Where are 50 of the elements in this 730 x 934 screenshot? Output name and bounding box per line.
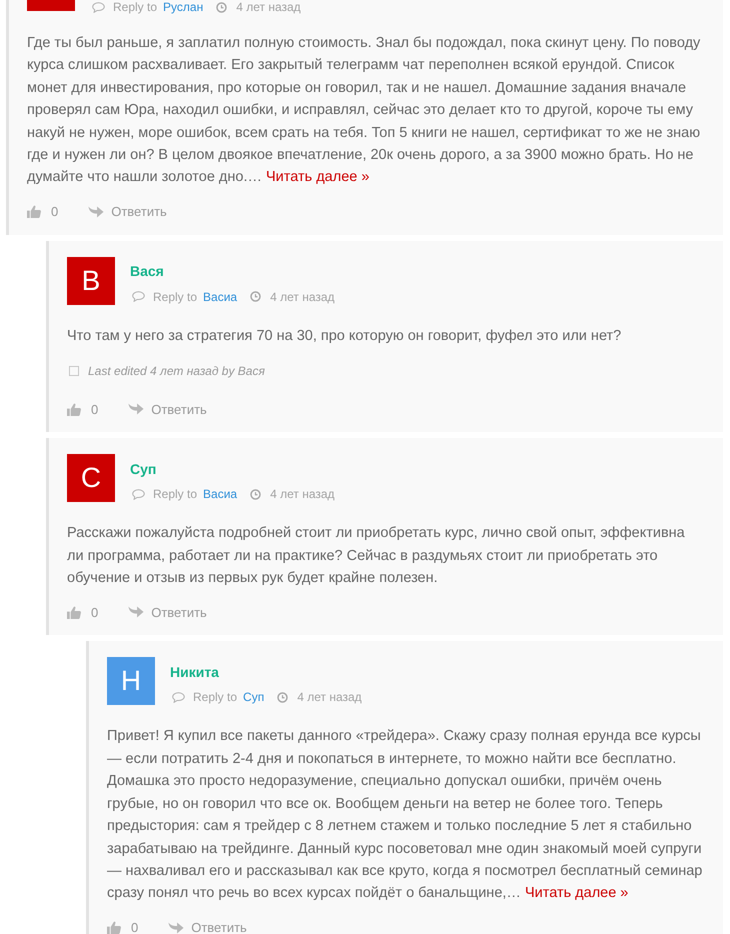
like-count: 0 [131, 918, 138, 934]
comment-text: Где ты был раньше, я заплатил полную стоимость. Знал бы подождал, пока скинут цену. По поводу курса слишком расхваливает. Его закрытый телеграмм чат переполнен всякой ерундой. Список монет для инвестирования, про которые он говорил, так и не нашел. Домашние задания вначале проверял сам Юра, находил ошибки, и исправлял, сейчас это делает кто то другой, короче ты ему накуй не нужен, море ошибок, всем срать на тебя. Топ 5 книги не нашел, сертификат то же не знаю где и нужен ли он? В целом двоякое впечатление, 20к очень дорого, а за 3900 можно брать. Но не думайте что нашли золотое дно.… Читать далее » [27, 34, 702, 188]
author-name: Суп [130, 460, 156, 479]
edited-note: Last edited 4 лет назад by Вася [88, 363, 265, 380]
read-more-link[interactable]: Читать далее » [266, 169, 370, 186]
reply-arrow-icon [128, 606, 144, 618]
reply-to-link[interactable]: Васиа [203, 485, 238, 504]
comment-text: Что там у него за стратегия 70 на 30, про которую он говорит, фуфел это или нет? [67, 326, 622, 346]
reply-button[interactable]: Ответить [128, 602, 207, 622]
reply-to-link[interactable]: Васиа [203, 288, 238, 306]
avatar: Н [107, 657, 155, 706]
reply-button[interactable]: Ответить [168, 918, 247, 934]
thumbs-up-icon[interactable] [67, 606, 81, 619]
reply-to-link[interactable]: Суп [243, 688, 264, 706]
reply-button[interactable]: Ответить [128, 400, 207, 419]
clock-icon [250, 291, 262, 302]
reply-arrow-icon [128, 403, 144, 416]
reply-arrow-icon [88, 206, 104, 218]
comment-text: Привет! Я купил все пакеты данного «трейдера». Скажу сразу полная ерунда все курсы — если потратить 2-4 дня и покопаться в интернете, то можно найти все бесплатно. Домашка это просто недоразумение, специально допускал ошибки, причём очень грубые, но он говорил что все ок. Вообщем деньги на ветер не более того. Теперь предыстория: сам я трейдер с 8 летнем стажем и только последние 5 лет я стабильно зарабатываю на трейдинге. Данный курс посоветовал мне один знакомый моей супруги — нахваливал его и рассказывал как все круто, когда я посмотрел бесплатный семинар сразу понял что речь во всех курсах пойдёт о банальщине,… Читать далее » [107, 727, 704, 904]
like-count: 0 [91, 604, 98, 622]
reply-to-label: Reply to [113, 0, 158, 16]
author-name: Никита [170, 662, 219, 682]
thumbs-up-icon[interactable] [67, 402, 81, 416]
comment-icon [172, 692, 185, 703]
square-icon [69, 366, 79, 376]
clock-icon [250, 488, 262, 500]
comment-icon [132, 291, 145, 302]
comment-time: 4 лет назад [270, 486, 335, 504]
comment-icon [132, 488, 145, 500]
reply-button[interactable]: Ответить [88, 202, 167, 222]
comment-time: 4 лет назад [270, 288, 335, 306]
reply-to-label: Reply to [193, 689, 238, 706]
thumbs-up-icon[interactable] [107, 921, 121, 934]
read-more-link[interactable]: Читать далее » [524, 885, 628, 902]
comment-time: 4 лет назад [297, 689, 362, 706]
reply-to-link[interactable]: Руслан [163, 0, 204, 16]
comment-icon [92, 2, 105, 12]
avatar: В [67, 256, 115, 305]
reply-to-label: Reply to [153, 486, 198, 504]
reply-arrow-icon [168, 922, 184, 934]
avatar: С [67, 454, 115, 502]
clock-icon [277, 692, 288, 703]
author-name: Вася [130, 262, 164, 282]
reply-to-label: Reply to [153, 288, 198, 306]
comment-text: Расскажи пожалуйста подробней стоит ли приобретать курс, лично свой опыт, эффективна ли программа, работает ли на практике? Сейчас в раздумьях стоит ли приобретать это обучение и отзыв из первых рук будет крайне полезен. [67, 524, 686, 588]
comment-time: 4 лет назад [236, 0, 301, 16]
like-count: 0 [91, 400, 98, 418]
clock-icon [216, 2, 228, 12]
thumbs-up-icon[interactable] [27, 205, 41, 218]
like-count: 0 [51, 203, 58, 222]
